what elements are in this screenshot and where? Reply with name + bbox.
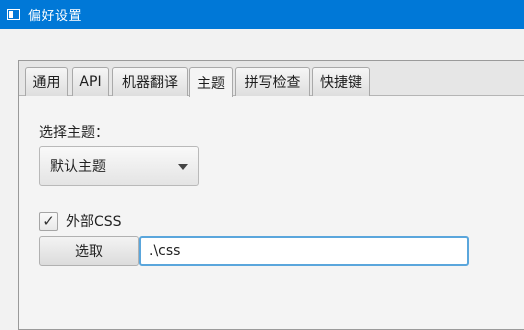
select-theme-label: 选择主题： — [39, 125, 109, 141]
tab-label: API — [79, 74, 102, 90]
preferences-tab-pane: 通用 API 机器翻译 主题 拼写检查 快捷键 — [18, 60, 524, 330]
app-window-icon — [7, 9, 20, 20]
external-css-label: 外部CSS — [66, 214, 122, 230]
tab-machine-translation[interactable]: 机器翻译 — [112, 67, 188, 96]
tab-general[interactable]: 通用 — [25, 67, 68, 96]
checkmark-icon: ✓ — [42, 211, 55, 230]
browse-button[interactable]: 选取 — [39, 236, 139, 266]
window-title: 偏好设置 — [28, 9, 83, 24]
tab-api[interactable]: API — [72, 67, 109, 96]
css-path-input[interactable] — [139, 236, 469, 266]
theme-combobox-value: 默认主题 — [50, 159, 106, 175]
window-titlebar: 偏好设置 — [0, 0, 524, 29]
theme-combobox[interactable]: 默认主题 — [39, 146, 199, 186]
tab-header: 通用 API 机器翻译 主题 拼写检查 快捷键 — [19, 61, 524, 97]
tab-label: 机器翻译 — [122, 75, 178, 91]
tab-spell-check[interactable]: 拼写检查 — [235, 67, 310, 96]
external-css-checkbox[interactable]: ✓ — [39, 211, 58, 231]
tab-label: 主题 — [197, 75, 225, 92]
tab-label: 通用 — [32, 75, 61, 91]
tab-shortcuts[interactable]: 快捷键 — [312, 67, 370, 96]
external-css-row: ✓ 外部CSS — [39, 210, 122, 232]
tab-theme[interactable]: 主题 — [189, 67, 233, 97]
dropdown-arrow-icon — [178, 164, 188, 170]
tab-label: 拼写检查 — [244, 75, 301, 91]
tab-label: 快捷键 — [320, 75, 362, 91]
